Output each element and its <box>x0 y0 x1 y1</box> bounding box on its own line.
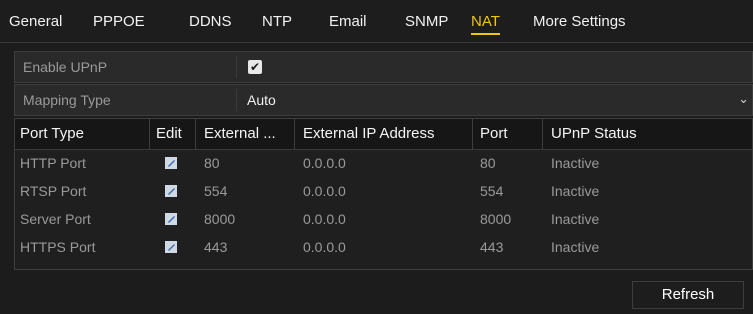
external-port-cell: 80 <box>204 155 220 171</box>
column-header-port-type[interactable]: Port Type <box>20 125 84 142</box>
external-ip-cell: 0.0.0.0 <box>303 211 346 227</box>
port-type-cell: Server Port <box>20 211 91 227</box>
tab-general[interactable]: General <box>9 13 62 30</box>
mapping-type-row: Mapping Type Auto ⌄ <box>14 84 753 116</box>
column-header-edit[interactable]: Edit <box>156 125 182 142</box>
mapping-type-label: Mapping Type <box>23 92 111 108</box>
column-header-upnp-status[interactable]: UPnP Status <box>551 125 637 142</box>
table-row[interactable]: Server Port 8000 0.0.0.0 8000 Inactive <box>15 206 752 234</box>
external-port-cell: 8000 <box>204 211 236 227</box>
column-header-port[interactable]: Port <box>480 125 508 142</box>
port-cell: 80 <box>480 155 496 171</box>
table-row[interactable]: HTTPS Port 443 0.0.0.0 443 Inactive <box>15 234 752 262</box>
tab-nat[interactable]: NAT <box>471 13 500 35</box>
port-cell: 8000 <box>480 211 512 227</box>
tab-ddns[interactable]: DDNS <box>189 13 232 30</box>
upnp-status-cell: Inactive <box>551 239 600 255</box>
enable-upnp-label: Enable UPnP <box>23 59 108 75</box>
chevron-down-icon[interactable]: ⌄ <box>738 91 749 107</box>
upnp-status-cell: Inactive <box>551 155 600 171</box>
column-header-external-port[interactable]: External ... <box>204 125 276 142</box>
mapping-type-select[interactable]: Auto <box>247 92 276 108</box>
port-type-cell: RTSP Port <box>20 183 87 199</box>
tab-more-settings[interactable]: More Settings <box>533 13 626 30</box>
tab-bar: General PPPOE DDNS NTP Email SNMP NAT Mo… <box>0 0 753 43</box>
tab-snmp[interactable]: SNMP <box>405 13 448 30</box>
port-type-cell: HTTPS Port <box>20 239 96 255</box>
external-ip-cell: 0.0.0.0 <box>303 239 346 255</box>
port-cell: 443 <box>480 239 504 255</box>
external-ip-cell: 0.0.0.0 <box>303 155 346 171</box>
port-cell: 554 <box>480 183 504 199</box>
field-divider <box>236 89 237 111</box>
edit-icon[interactable] <box>165 241 177 253</box>
column-header-external-ip[interactable]: External IP Address <box>303 125 434 142</box>
edit-icon[interactable] <box>165 157 177 169</box>
tab-ntp[interactable]: NTP <box>262 13 292 30</box>
port-type-cell: HTTP Port <box>20 155 86 171</box>
upnp-status-cell: Inactive <box>551 183 600 199</box>
table-header: Port Type Edit External ... External IP … <box>15 119 752 150</box>
edit-icon[interactable] <box>165 185 177 197</box>
enable-upnp-row: Enable UPnP ✔ <box>14 51 753 83</box>
field-divider <box>236 56 237 78</box>
port-mapping-table: Port Type Edit External ... External IP … <box>14 118 753 270</box>
external-port-cell: 443 <box>204 239 228 255</box>
tab-email[interactable]: Email <box>329 13 367 30</box>
upnp-status-cell: Inactive <box>551 211 600 227</box>
table-row[interactable]: RTSP Port 554 0.0.0.0 554 Inactive <box>15 178 752 206</box>
external-ip-cell: 0.0.0.0 <box>303 183 346 199</box>
tab-pppoe[interactable]: PPPOE <box>93 13 145 30</box>
external-port-cell: 554 <box>204 183 228 199</box>
enable-upnp-checkbox[interactable]: ✔ <box>248 60 262 74</box>
table-row[interactable]: HTTP Port 80 0.0.0.0 80 Inactive <box>15 150 752 178</box>
edit-icon[interactable] <box>165 213 177 225</box>
refresh-button[interactable]: Refresh <box>632 281 744 309</box>
